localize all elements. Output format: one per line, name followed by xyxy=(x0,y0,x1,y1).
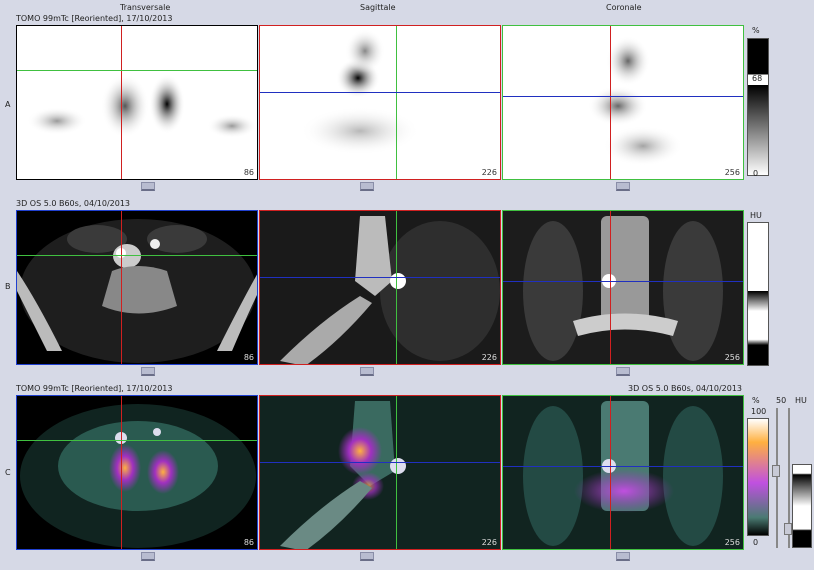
blend-slider-value: 50 xyxy=(776,396,787,405)
crosshair-vertical[interactable] xyxy=(396,26,397,179)
slice-number: 256 xyxy=(724,538,740,547)
crosshair-vertical[interactable] xyxy=(610,26,611,179)
crosshair-horizontal[interactable] xyxy=(260,462,500,463)
colorbar-c-min: 0 xyxy=(753,538,759,547)
panel-c-transversale[interactable]: 86 xyxy=(16,395,258,550)
crosshair-vertical[interactable] xyxy=(610,396,611,549)
colorbar-c-unit: % xyxy=(752,396,760,405)
slice-number: 86 xyxy=(243,538,254,547)
crosshair-horizontal[interactable] xyxy=(260,277,500,278)
slice-number: 226 xyxy=(481,538,497,547)
fusion-coronale-image xyxy=(503,396,743,549)
ct-transversale-image xyxy=(17,219,257,363)
row-c-overlay-series-label: 3D OS 5.0 B60s, 04/10/2013 xyxy=(628,384,743,393)
crosshair-horizontal[interactable] xyxy=(17,255,257,256)
panel-b-coronale[interactable]: 256 xyxy=(502,210,744,365)
row-b-letter: B xyxy=(5,282,11,291)
crosshair-vertical[interactable] xyxy=(121,26,122,179)
colorbar-a-min: 0 xyxy=(753,169,759,178)
slice-scroll-button[interactable] xyxy=(360,182,374,191)
fusion-sagittale-image xyxy=(260,396,500,549)
blend-slider-knob[interactable] xyxy=(772,465,780,477)
slice-scroll-button[interactable] xyxy=(141,367,155,376)
crosshair-vertical[interactable] xyxy=(121,211,122,364)
panel-b-sagittale[interactable]: 226 xyxy=(259,210,501,365)
crosshair-horizontal[interactable] xyxy=(503,281,743,282)
slice-scroll-button[interactable] xyxy=(616,182,630,191)
nm-coronale-image xyxy=(588,36,683,166)
crosshair-horizontal[interactable] xyxy=(503,96,743,97)
slice-scroll-button[interactable] xyxy=(141,552,155,561)
row-c-series-label: TOMO 99mTc [Reoriented], 17/10/2013 xyxy=(16,384,173,393)
slice-scroll-button[interactable] xyxy=(141,182,155,191)
column-header-coronale: Coronale xyxy=(606,3,642,12)
window-slider-knob[interactable] xyxy=(784,523,792,535)
colorbar-b[interactable] xyxy=(747,222,769,366)
panel-a-sagittale[interactable]: 226 xyxy=(259,25,501,180)
slice-number: 226 xyxy=(481,168,497,177)
row-a-series-label: TOMO 99mTc [Reoriented], 17/10/2013 xyxy=(16,14,173,23)
slice-number: 226 xyxy=(481,353,497,362)
slice-number: 86 xyxy=(243,168,254,177)
colorbar-c-hu[interactable] xyxy=(792,464,812,548)
slice-number: 256 xyxy=(724,168,740,177)
crosshair-horizontal[interactable] xyxy=(503,466,743,467)
nm-transversale-image xyxy=(27,74,257,138)
panel-a-coronale[interactable]: 256 xyxy=(502,25,744,180)
colorbar-c[interactable] xyxy=(747,418,769,536)
ct-sagittale-image xyxy=(260,211,500,364)
column-header-sagittale: Sagittale xyxy=(360,3,396,12)
crosshair-vertical[interactable] xyxy=(121,396,122,549)
crosshair-vertical[interactable] xyxy=(396,211,397,364)
row-a-letter: A xyxy=(5,100,11,109)
slice-scroll-button[interactable] xyxy=(616,552,630,561)
ct-coronale-image xyxy=(503,211,743,364)
slice-scroll-button[interactable] xyxy=(360,552,374,561)
crosshair-horizontal[interactable] xyxy=(17,440,257,441)
nm-sagittale-image xyxy=(300,29,420,155)
row-b-series-label: 3D OS 5.0 B60s, 04/10/2013 xyxy=(16,199,131,208)
colorbar-c-unit2: HU xyxy=(795,396,807,405)
fusion-transversale-image xyxy=(20,404,256,548)
crosshair-horizontal[interactable] xyxy=(17,70,257,71)
colorbar-a-unit: % xyxy=(752,26,760,35)
crosshair-vertical[interactable] xyxy=(396,396,397,549)
crosshair-vertical[interactable] xyxy=(610,211,611,364)
panel-c-sagittale[interactable]: 226 xyxy=(259,395,501,550)
panel-b-transversale[interactable]: 86 xyxy=(16,210,258,365)
row-c-letter: C xyxy=(5,468,11,477)
blend-slider-track[interactable] xyxy=(776,408,778,548)
panel-c-coronale[interactable]: 256 xyxy=(502,395,744,550)
colorbar-b-unit: HU xyxy=(750,211,762,220)
column-header-transversale: Transversale xyxy=(120,3,171,12)
colorbar-c-max: 100 xyxy=(751,407,767,416)
slice-number: 256 xyxy=(724,353,740,362)
slice-number: 86 xyxy=(243,353,254,362)
colorbar-a[interactable] xyxy=(747,38,769,176)
slice-scroll-button[interactable] xyxy=(360,367,374,376)
colorbar-a-mid: 68 xyxy=(752,74,763,83)
panel-a-transversale[interactable]: 86 xyxy=(16,25,258,180)
crosshair-horizontal[interactable] xyxy=(260,92,500,93)
slice-scroll-button[interactable] xyxy=(616,367,630,376)
